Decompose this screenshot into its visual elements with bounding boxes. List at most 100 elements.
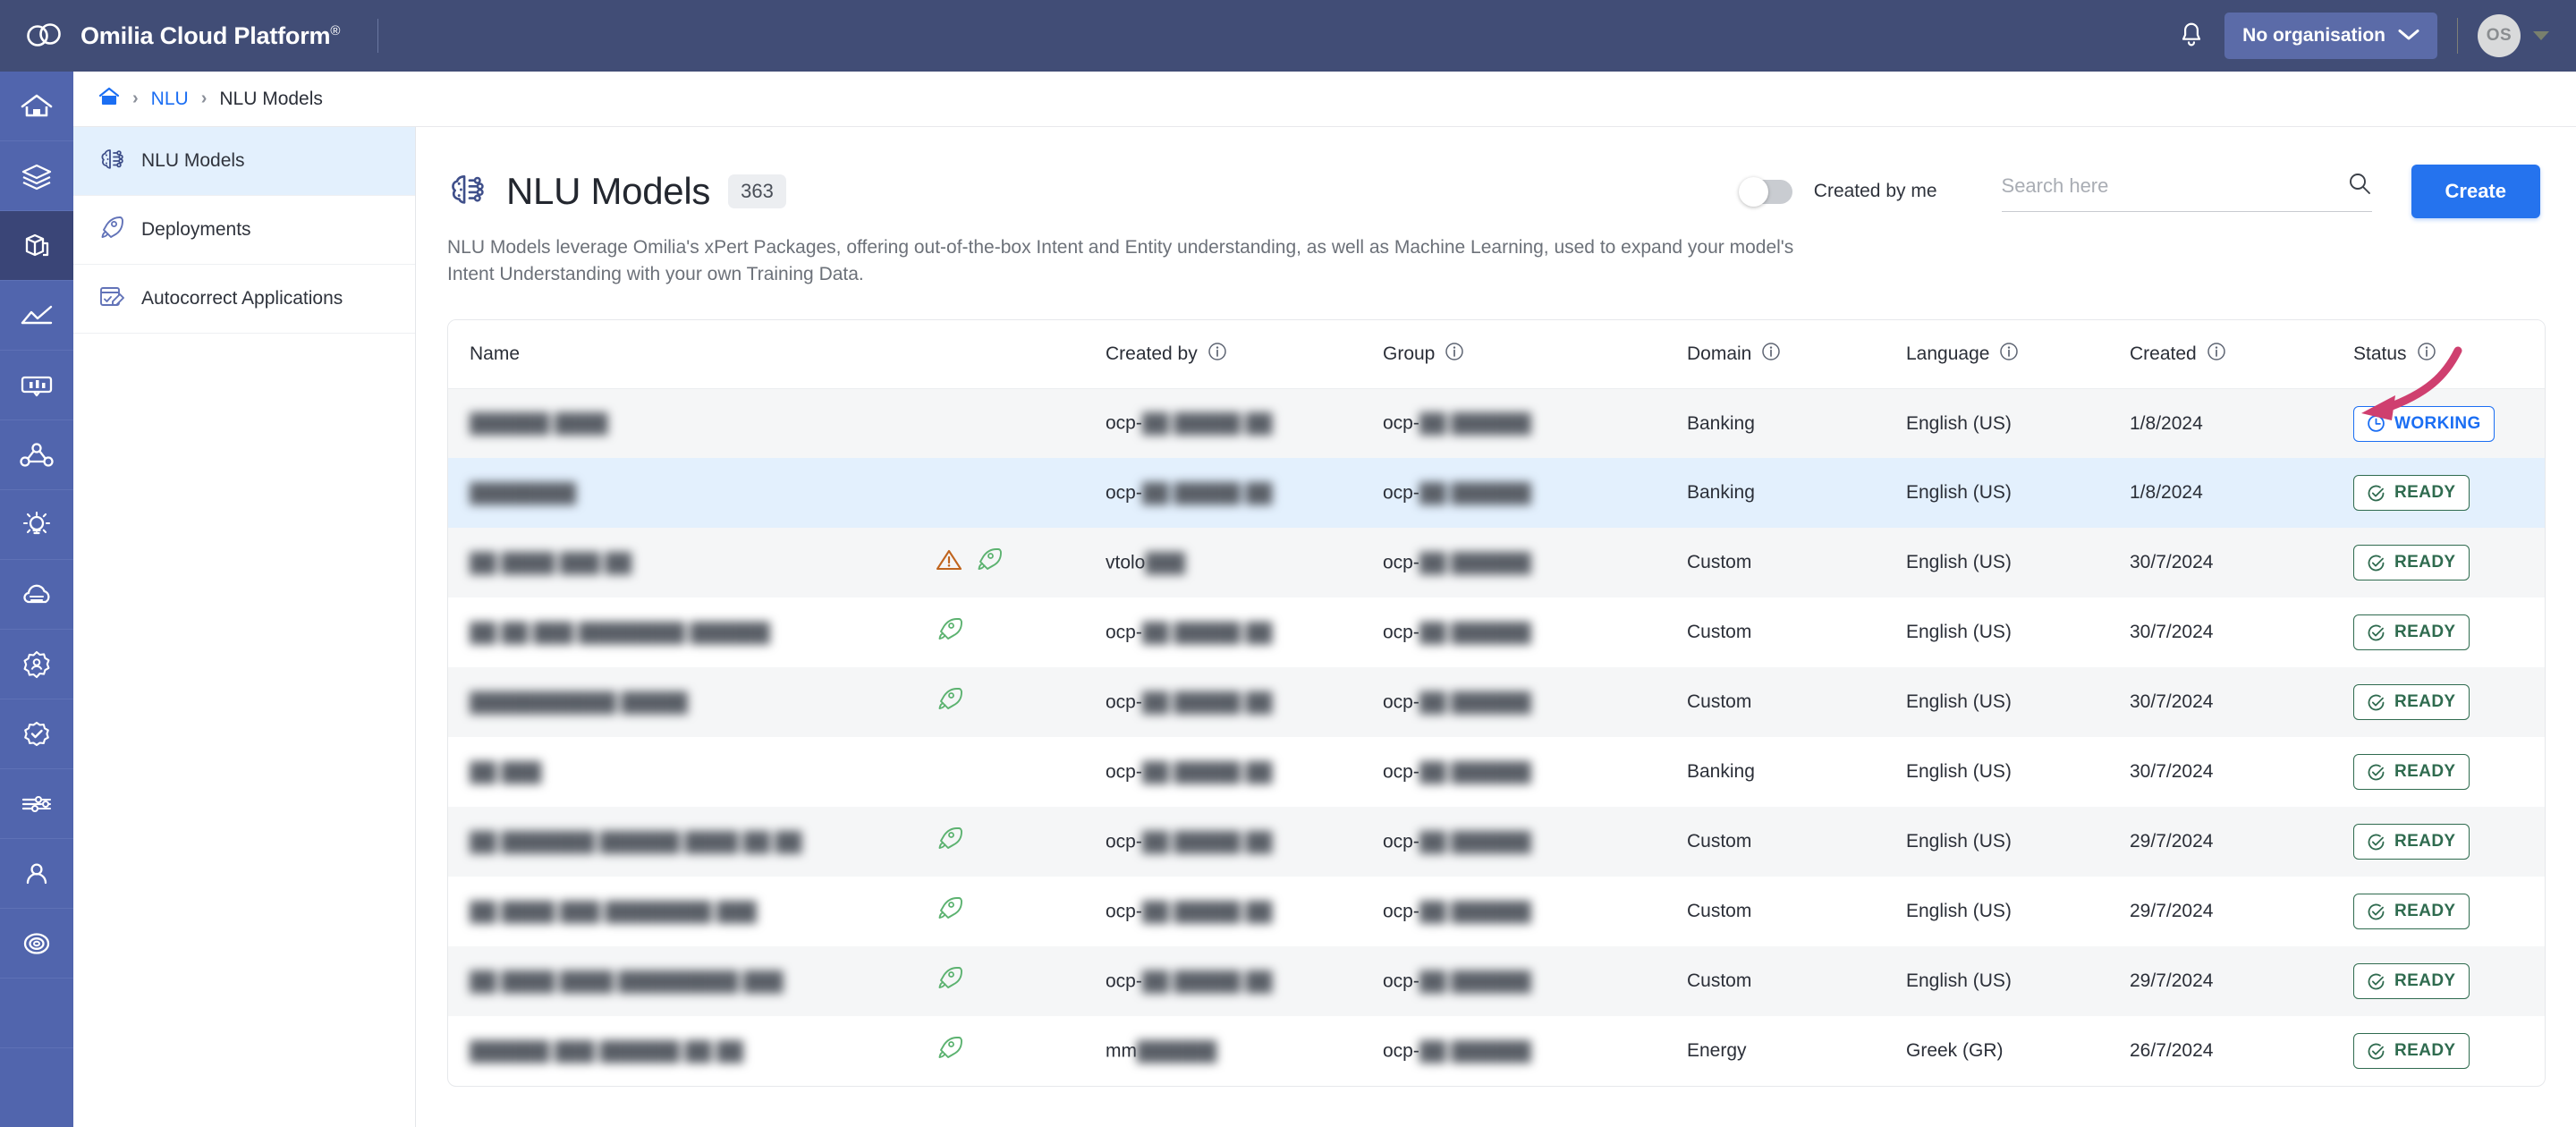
breadcrumb-home-icon[interactable]: [98, 87, 120, 111]
rocket-icon[interactable]: [936, 616, 962, 648]
rail-item-support[interactable]: [0, 909, 73, 979]
rail-item-home[interactable]: [0, 72, 73, 141]
cell-domain: Custom: [1687, 901, 1752, 922]
rocket-icon[interactable]: [936, 895, 962, 928]
info-circle-icon[interactable]: [1208, 342, 1227, 367]
cell-name[interactable]: ██████ ███ ██████ ██ ██: [448, 1016, 936, 1086]
cell-created: 1/8/2024: [2130, 482, 2203, 504]
rail-item-layers[interactable]: [0, 141, 73, 211]
table-row[interactable]: ███████████ █████ ocp-██ █████ ██ ocp-██ █…: [448, 667, 2545, 738]
status-label: READY: [2394, 1041, 2456, 1061]
table-row[interactable]: ██████ ████ ocp-██ █████ ██ ocp-██ ██████ B…: [448, 388, 2545, 459]
col-created-by[interactable]: Created by: [1106, 319, 1383, 389]
page-description: NLU Models leverage Omilia's xPert Packa…: [447, 237, 1794, 285]
cell-name[interactable]: ██████ ████: [448, 388, 936, 458]
status-badge[interactable]: WORKING: [2353, 405, 2495, 442]
cell-created-by: ocp-██ █████ ██: [1106, 388, 1383, 458]
table-row[interactable]: ████████ ocp-██ █████ ██ ocp-██ ██████ Bank…: [448, 458, 2545, 529]
table-row[interactable]: ██ ████ ███ ████████ ███ ocp-██ █████ ██ o…: [448, 877, 2545, 946]
cell-language: English (US): [1906, 552, 2012, 573]
col-name[interactable]: Name: [448, 319, 936, 389]
rail-item-integrations[interactable]: [0, 769, 73, 839]
create-button[interactable]: Create: [2411, 165, 2540, 218]
table-row[interactable]: ██ ██ ███ ████████ ██████ ocp-██ █████ ██…: [448, 597, 2545, 667]
table-row[interactable]: ██████ ███ ██████ ██ ██ mm██████ ocp-██ ██…: [448, 1016, 2545, 1086]
cell-name[interactable]: ██ ███: [448, 737, 936, 807]
table-row[interactable]: ██ ███████ ██████ ████ ██ ██ ocp-██ █████…: [448, 807, 2545, 877]
col-created[interactable]: Created: [2130, 319, 2353, 389]
search-input[interactable]: [2001, 174, 2347, 198]
info-circle-icon[interactable]: [1761, 342, 1781, 367]
status-badge[interactable]: READY: [2353, 684, 2470, 721]
rocket-icon[interactable]: [936, 1035, 962, 1067]
status-badge[interactable]: READY: [2353, 614, 2470, 651]
rail-item-flows[interactable]: [0, 420, 73, 490]
notification-bell-icon[interactable]: [2171, 15, 2212, 56]
status-badge[interactable]: READY: [2353, 754, 2470, 791]
rail-item-admin[interactable]: [0, 630, 73, 699]
info-circle-icon[interactable]: [2207, 342, 2226, 367]
breadcrumb-current: NLU Models: [219, 88, 323, 109]
col-group[interactable]: Group: [1383, 319, 1687, 389]
rail-item-compliance[interactable]: [0, 699, 73, 769]
status-badge[interactable]: READY: [2353, 824, 2470, 860]
sidebar-item-autocorrect-applications[interactable]: Autocorrect Applications: [73, 265, 415, 334]
table-row[interactable]: ██ ████ ███ ██ vtolo███ ocp-██ ██████ Custo…: [448, 528, 2545, 598]
group-prefix: ocp-: [1383, 622, 1419, 643]
rocket-icon[interactable]: [936, 826, 962, 858]
cell-flags: [936, 667, 1106, 737]
cell-status: READY: [2353, 1016, 2545, 1086]
table-body: ██████ ████ ocp-██ █████ ██ ocp-██ ██████ B…: [448, 388, 2545, 1086]
col-domain[interactable]: Domain: [1687, 319, 1906, 389]
rail-item-analytics[interactable]: [0, 281, 73, 351]
cell-created: 30/7/2024: [2130, 622, 2214, 643]
table-row[interactable]: ██ ████ ████ █████████ ███ ocp-██ █████ █…: [448, 946, 2545, 1017]
cell-flags: [936, 946, 1106, 1016]
secondary-sidebar: NLU Models Deployments Autocorrect Appli…: [73, 127, 416, 1127]
col-created-label: Created: [2130, 343, 2197, 364]
cell-name[interactable]: ██ ██ ███ ████████ ██████: [448, 597, 936, 667]
rail-item-cloud[interactable]: [0, 560, 73, 630]
info-circle-icon[interactable]: [2417, 342, 2436, 367]
cell-name[interactable]: ██ ████ ████ █████████ ███: [448, 946, 936, 1016]
sidebar-item-nlu-models[interactable]: NLU Models: [73, 127, 415, 196]
rocket-icon[interactable]: [975, 547, 1002, 579]
cell-name[interactable]: ██ ████ ███ ██: [448, 528, 936, 597]
cell-language: English (US): [1906, 761, 2012, 783]
organisation-selector[interactable]: No organisation: [2224, 13, 2437, 59]
rocket-icon[interactable]: [936, 686, 962, 718]
cell-created-by: ocp-██ █████ ██: [1106, 737, 1383, 807]
cell-domain: Custom: [1687, 622, 1752, 643]
breadcrumb-link-nlu[interactable]: NLU: [151, 89, 189, 110]
col-language[interactable]: Language: [1906, 319, 2130, 389]
cell-name[interactable]: ████████: [448, 458, 936, 528]
created-by-me-toggle[interactable]: [1738, 176, 1792, 207]
omilia-cloud-logo-icon[interactable]: [25, 16, 64, 55]
rail-item-packages[interactable]: [0, 211, 73, 281]
search-field[interactable]: [2001, 171, 2372, 212]
status-badge[interactable]: READY: [2353, 1033, 2470, 1070]
search-icon[interactable]: [2347, 171, 2372, 200]
status-badge[interactable]: READY: [2353, 963, 2470, 1000]
status-badge[interactable]: READY: [2353, 894, 2470, 930]
table-row[interactable]: ██ ███ ocp-██ █████ ██ ocp-██ ██████ Bankin…: [448, 737, 2545, 807]
caret-down-icon[interactable]: [2533, 31, 2549, 40]
col-status[interactable]: Status: [2353, 319, 2545, 389]
cell-flags: [936, 1016, 1106, 1086]
info-circle-icon[interactable]: [1999, 342, 2019, 367]
rail-item-profile[interactable]: [0, 839, 73, 909]
rail-item-insights[interactable]: [0, 490, 73, 560]
warning-triangle-icon[interactable]: [936, 547, 962, 578]
created-by-prefix: mm: [1106, 1040, 1137, 1062]
info-circle-icon[interactable]: [1445, 342, 1464, 367]
cell-name[interactable]: ██ ████ ███ ████████ ███: [448, 877, 936, 946]
model-name-masked: ████████: [470, 482, 577, 504]
avatar[interactable]: OS: [2478, 14, 2521, 57]
rocket-icon[interactable]: [936, 965, 962, 997]
status-badge[interactable]: READY: [2353, 545, 2470, 581]
cell-name[interactable]: ███████████ █████: [448, 667, 936, 737]
status-badge[interactable]: READY: [2353, 475, 2470, 512]
rail-item-dashboard[interactable]: [0, 351, 73, 420]
cell-name[interactable]: ██ ███████ ██████ ████ ██ ██: [448, 807, 936, 877]
sidebar-item-deployments[interactable]: Deployments: [73, 196, 415, 265]
